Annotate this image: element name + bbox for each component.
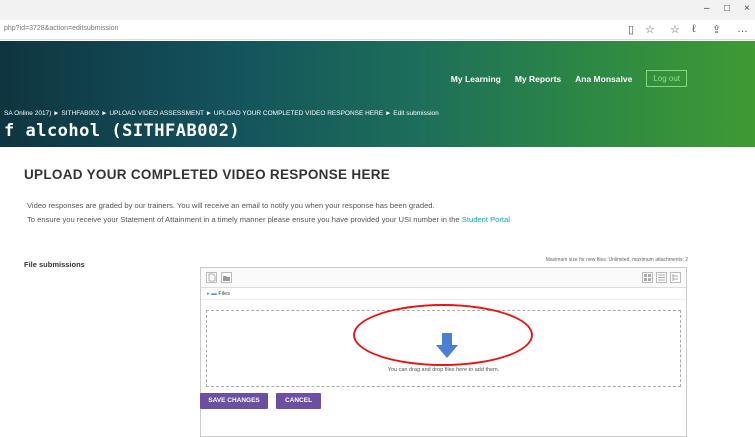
star-icon[interactable]: ☆ bbox=[645, 23, 655, 36]
top-nav: My Learning My Reports Ana Monsalve Log … bbox=[451, 70, 687, 87]
share-icon[interactable]: ⇪ bbox=[712, 23, 721, 36]
browser-chrome: – □ × bbox=[0, 0, 755, 20]
view-details-icon[interactable] bbox=[656, 272, 667, 283]
max-size-info: Maximum size for new files: Unlimited, m… bbox=[545, 257, 688, 263]
url-text[interactable]: php?id=3728&action=editsubmission bbox=[4, 25, 118, 32]
usi-note-text: To ensure you receive your Statement of … bbox=[27, 215, 460, 224]
usi-note: To ensure you receive your Statement of … bbox=[27, 215, 510, 224]
file-manager-toolbar bbox=[201, 268, 686, 288]
address-bar[interactable]: php?id=3728&action=editsubmission ▯ ☆ ☆ … bbox=[0, 20, 755, 40]
reader-icon[interactable]: ▯ bbox=[628, 23, 634, 36]
course-title: f alcohol (SITHFAB002) bbox=[4, 121, 241, 141]
minimize-button[interactable]: – bbox=[704, 3, 710, 14]
nav-user-name[interactable]: Ana Monsalve bbox=[575, 74, 632, 84]
file-submissions-label: File submissions bbox=[24, 260, 85, 269]
view-tree-icon[interactable] bbox=[670, 272, 681, 283]
folder-icon: ▸ ▬ bbox=[207, 291, 217, 297]
save-changes-button[interactable]: SAVE CHANGES bbox=[200, 393, 268, 409]
add-file-icon[interactable] bbox=[206, 272, 217, 283]
nav-my-reports[interactable]: My Reports bbox=[515, 74, 561, 84]
create-folder-icon[interactable] bbox=[221, 272, 232, 283]
pen-icon[interactable]: ℓ bbox=[692, 23, 696, 35]
view-icons-icon[interactable] bbox=[642, 272, 653, 283]
more-icon[interactable]: … bbox=[737, 23, 748, 35]
folder-label: Files bbox=[218, 291, 230, 297]
favorites-icon[interactable]: ☆ bbox=[670, 23, 680, 36]
site-header: My Learning My Reports Ana Monsalve Log … bbox=[0, 41, 755, 147]
student-portal-link[interactable]: Student Portal bbox=[462, 215, 510, 224]
page-title: UPLOAD YOUR COMPLETED VIDEO RESPONSE HER… bbox=[24, 167, 391, 182]
highlight-circle bbox=[353, 304, 533, 366]
breadcrumb[interactable]: SA Online 2017) ► SITHFAB002 ► UPLOAD VI… bbox=[4, 110, 439, 117]
main-content: UPLOAD YOUR COMPLETED VIDEO RESPONSE HER… bbox=[0, 147, 755, 437]
close-window-button[interactable]: × bbox=[744, 3, 750, 14]
maximize-button[interactable]: □ bbox=[724, 3, 730, 14]
folder-path[interactable]: ▸ ▬ Files bbox=[201, 288, 686, 300]
grading-note: Video responses are graded by our traine… bbox=[27, 201, 435, 210]
logout-button[interactable]: Log out bbox=[646, 70, 687, 87]
drop-instructions: You can drag and drop files here to add … bbox=[387, 367, 500, 373]
nav-my-learning[interactable]: My Learning bbox=[451, 74, 501, 84]
cancel-button[interactable]: CANCEL bbox=[276, 393, 321, 409]
